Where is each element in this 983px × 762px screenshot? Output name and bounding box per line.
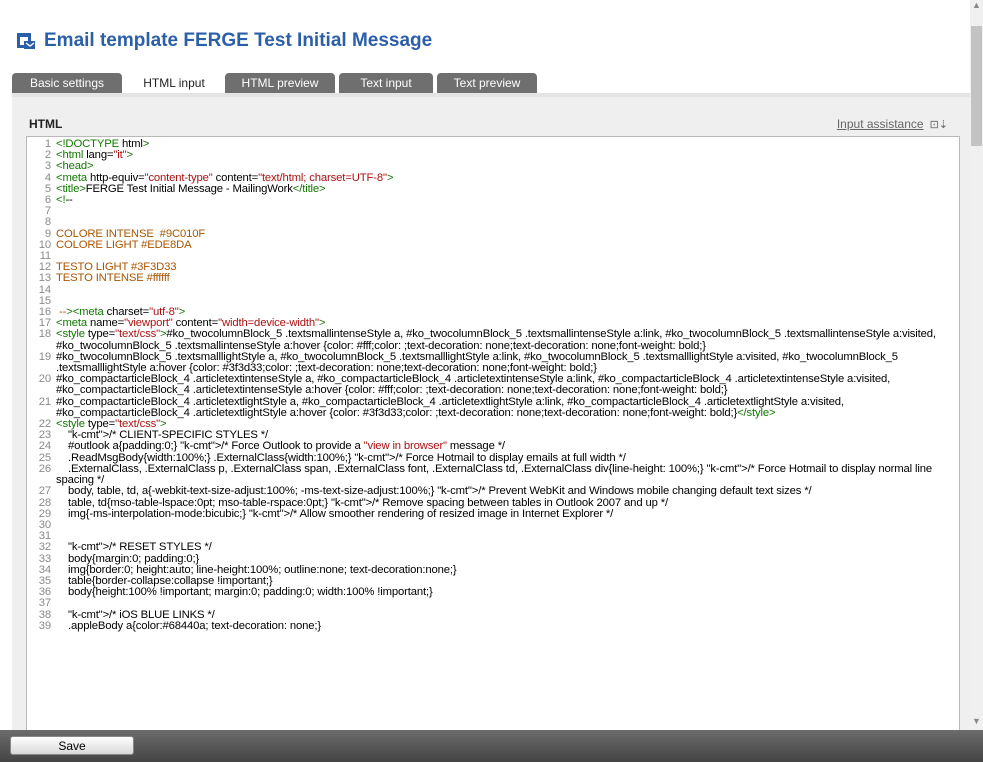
tab-html-preview[interactable]: HTML preview bbox=[225, 73, 335, 93]
html-input-panel: HTML Input assistance ⊡⇣ 1 <!DOCTYPE html>… bbox=[12, 97, 970, 732]
line-number: 6 bbox=[44, 194, 51, 207]
code-line: 39 .appleBody a{color:#68440a; text-deco… bbox=[27, 619, 959, 632]
tab-html-input[interactable]: HTML input bbox=[126, 73, 222, 95]
html-code-editor[interactable]: 1 <!DOCTYPE html> 2 <html lang="it"> 3 <head>… bbox=[26, 136, 960, 732]
scrollbar-thumb[interactable] bbox=[971, 26, 982, 146]
line-number: 8 bbox=[44, 216, 51, 229]
code-line: 24 #outlook a{padding:0;} "k-cmt">/* For… bbox=[27, 440, 959, 453]
line-text: <!-- bbox=[56, 194, 73, 207]
code-line: 29 img{-ms-interpolation-mode:bicubic;} … bbox=[27, 507, 959, 520]
input-assistance-link[interactable]: Input assistance ⊡⇣ bbox=[837, 117, 948, 131]
email-template-icon bbox=[17, 33, 36, 49]
line-number: 26 bbox=[38, 462, 51, 475]
code-line: 6 <!-- bbox=[27, 194, 959, 207]
code-line: 2 <html lang="it"> bbox=[27, 149, 959, 162]
line-number: 19 bbox=[38, 350, 51, 363]
tab-bar: Basic settings HTML input HTML preview T… bbox=[12, 73, 970, 95]
line-number: 39 bbox=[38, 619, 51, 632]
code-line: 1 <!DOCTYPE html> bbox=[27, 138, 959, 150]
line-text: TESTO INTENSE #ffffff bbox=[56, 272, 170, 285]
input-assistance-label: Input assistance bbox=[836, 117, 924, 131]
editor-label: HTML bbox=[29, 117, 63, 131]
line-number: 37 bbox=[38, 597, 51, 610]
save-button[interactable]: Save bbox=[10, 736, 134, 755]
line-text: <html lang="it"> bbox=[56, 149, 133, 162]
footer-bar: Save bbox=[0, 730, 983, 762]
line-number: 24 bbox=[38, 440, 51, 453]
line-text: .ExternalClass, .ExternalClass p, .Exter… bbox=[56, 462, 935, 487]
scroll-up-icon[interactable]: ▲ bbox=[970, 0, 983, 14]
line-number: 2 bbox=[44, 149, 51, 162]
line-number: 5 bbox=[44, 182, 51, 195]
line-number: 3 bbox=[44, 160, 51, 173]
line-text: body, table, td, a{-webkit-text-size-adj… bbox=[56, 485, 812, 498]
tab-text-input[interactable]: Text input bbox=[339, 73, 433, 93]
line-text: body{height:100% !important; margin:0; p… bbox=[56, 586, 433, 599]
page-header: Email template FERGE Test Initial Messag… bbox=[16, 26, 432, 56]
line-text: #ko_compactarticleBlock_4 .articletextli… bbox=[56, 395, 847, 419]
tab-text-preview[interactable]: Text preview bbox=[437, 73, 537, 93]
line-number: 18 bbox=[38, 328, 51, 341]
tab-basic-settings[interactable]: Basic settings bbox=[12, 73, 122, 93]
line-text bbox=[56, 251, 959, 262]
page: Email template FERGE Test Initial Messag… bbox=[0, 0, 970, 732]
code-line: 26 .ExternalClass, .ExternalClass p, .Ex… bbox=[27, 462, 959, 487]
line-text bbox=[56, 285, 959, 296]
line-text: #ko_compactarticleBlock_4 .articletextin… bbox=[56, 373, 894, 397]
line-number: 13 bbox=[38, 272, 51, 285]
code-line: 20 #ko_compactarticleBlock_4 .articletext… bbox=[27, 373, 959, 397]
line-text bbox=[56, 296, 959, 307]
code-line: 18 <style type="text/css">#ko_twocolumnBl… bbox=[27, 328, 959, 352]
code-line: 21 #ko_compactarticleBlock_4 .articletext… bbox=[27, 395, 959, 419]
code-lines: 1 <!DOCTYPE html> 2 <html lang="it"> 3 <head>… bbox=[27, 138, 959, 632]
line-text: TESTO LIGHT #3F3D33 bbox=[56, 261, 177, 274]
line-number: 21 bbox=[38, 395, 51, 408]
code-line: 27 body, table, td, a{-webkit-text-size-… bbox=[27, 485, 959, 498]
code-line: 14 bbox=[27, 284, 959, 296]
line-number: 27 bbox=[38, 485, 51, 498]
line-number: 32 bbox=[38, 541, 51, 554]
line-text bbox=[56, 598, 959, 609]
code-line: 7 bbox=[27, 205, 959, 218]
code-line: 10 COLORE LIGHT #EDE8DA bbox=[27, 238, 959, 251]
code-line: 13 TESTO INTENSE #ffffff bbox=[27, 272, 959, 285]
code-line: 30 bbox=[27, 519, 959, 531]
line-text bbox=[56, 206, 959, 217]
code-line: 36 body{height:100% !important; margin:0… bbox=[27, 586, 959, 599]
page-title: Email template FERGE Test Initial Messag… bbox=[44, 30, 433, 51]
line-text: <title>FERGE Test Initial Message - Mail… bbox=[56, 182, 326, 195]
line-number: 4 bbox=[44, 171, 51, 184]
line-text: img{-ms-interpolation-mode:bicubic;} "k-… bbox=[56, 507, 614, 520]
line-text: "k-cmt">/* RESET STYLES */ bbox=[67, 541, 212, 554]
line-text: .appleBody a{color:#68440a; text-decorat… bbox=[56, 619, 321, 632]
line-number: 7 bbox=[44, 205, 51, 218]
code-line: 19 #ko_twocolumnBlock_5 .textsmalllightSt… bbox=[27, 350, 959, 375]
line-number: 20 bbox=[38, 373, 51, 386]
line-number: 1 bbox=[44, 138, 51, 150]
code-line: 37 bbox=[27, 597, 959, 610]
page-scrollbar[interactable]: ▲ ▼ bbox=[970, 0, 983, 730]
input-assistance-icon: ⊡⇣ bbox=[929, 119, 948, 131]
line-text bbox=[56, 520, 959, 531]
line-text: #ko_twocolumnBlock_5 .textsmalllightStyl… bbox=[56, 350, 901, 375]
line-text: <style type="text/css">#ko_twocolumnBloc… bbox=[56, 328, 939, 352]
line-text: COLORE LIGHT #EDE8DA bbox=[56, 238, 192, 251]
line-text: #outlook a{padding:0;} "k-cmt">/* Force … bbox=[56, 440, 505, 453]
line-text: <!DOCTYPE html> bbox=[56, 138, 150, 150]
code-line: 32 "k-cmt">/* RESET STYLES */ bbox=[27, 541, 959, 554]
code-line: 5 <title>FERGE Test Initial Message - Mai… bbox=[27, 182, 959, 195]
scroll-down-icon[interactable]: ▼ bbox=[970, 716, 983, 730]
